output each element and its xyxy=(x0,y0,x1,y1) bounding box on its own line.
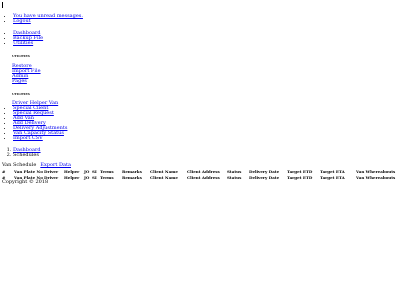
table-column-header: Remarks xyxy=(122,174,142,180)
top-nav-item: Logout xyxy=(13,19,83,24)
utilities-heading: UTILITIES xyxy=(12,54,30,58)
table-column-header: Van Whereabouts xyxy=(356,174,396,180)
main-nav: Dashboard Backup File Utilities xyxy=(3,31,43,46)
table-column-header: Client Address xyxy=(187,174,220,180)
table-column-header: Status xyxy=(227,174,242,180)
nav-utilities-link[interactable]: Utilities xyxy=(13,40,33,46)
table-column-header: Target ETA xyxy=(320,174,345,180)
table-column-header: Van Plate No xyxy=(14,168,43,174)
import-csv-link[interactable]: Import CSV xyxy=(13,135,43,141)
table-column-header: Target ETD xyxy=(287,174,313,180)
nav-item: Utilities xyxy=(13,41,43,46)
table-column-header: SI xyxy=(92,174,97,180)
breadcrumb-current: Schedules xyxy=(13,153,41,158)
table-column-header: Client Name xyxy=(150,174,178,180)
table-column-header: JO xyxy=(84,174,90,180)
table-footer-row: # Van Plate No Driver Helper JO SI Terms Remark… xyxy=(2,174,400,180)
table-column-header: Terms xyxy=(100,174,114,180)
copyright-text: Copyright © 2018 xyxy=(2,179,49,185)
utilities-links: Restore Import File Admin Pages xyxy=(12,64,41,84)
sidebar-toggle-button[interactable] xyxy=(2,2,6,8)
table-column-header: Helper xyxy=(64,174,80,180)
utilities-sublist: Special Client Special Request Add Van A… xyxy=(3,106,67,141)
top-nav: You have unread messages. Logout xyxy=(3,14,83,24)
table-column-header: Delivery Date xyxy=(249,174,280,180)
van-schedule-table: # Van Plate No Driver Helper JO SI Terms Remark… xyxy=(2,168,400,180)
utilities-heading-secondary: UTILITIES xyxy=(12,92,30,96)
breadcrumb: Dashboard Schedules xyxy=(3,148,41,158)
pages-link[interactable]: Pages xyxy=(12,78,27,84)
logout-link[interactable]: Logout xyxy=(13,18,31,24)
table-column-header: Van Whereabouts xyxy=(356,168,396,174)
